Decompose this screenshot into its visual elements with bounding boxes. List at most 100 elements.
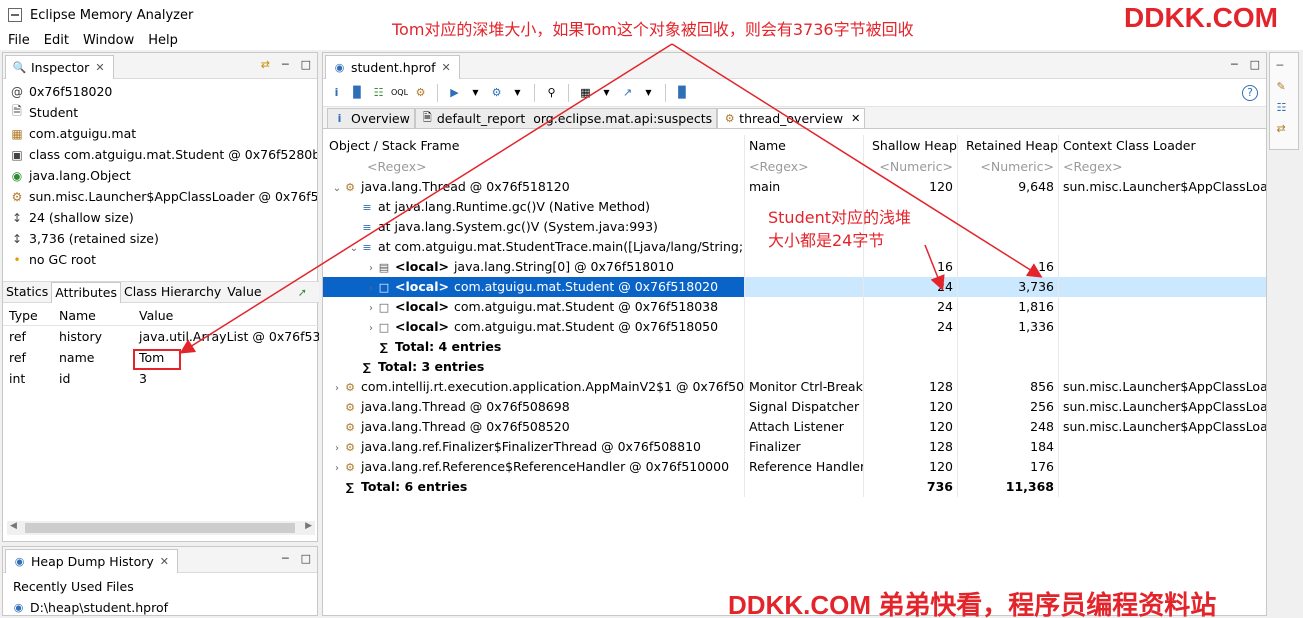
expand-toggle-icon[interactable]: › — [365, 279, 377, 297]
report-icon: 🗎 — [422, 111, 432, 124]
list-item[interactable]: ◉ D:\heap\student.hprof — [3, 597, 317, 617]
cell-retained-heap — [958, 337, 1059, 357]
column-header-name[interactable]: Name — [745, 135, 864, 157]
calculator-icon[interactable]: ▦ — [578, 85, 593, 100]
chevron-down-icon[interactable]: ▼ — [599, 85, 614, 100]
table-row[interactable]: › ⚙ java.lang.ref.Finalizer$FinalizerThrea… — [323, 437, 1266, 457]
expand-toggle-icon[interactable]: › — [365, 319, 377, 337]
maximize-icon[interactable]: □ — [301, 58, 311, 71]
table-row[interactable]: ⚙ java.lang.Thread @ 0x76f508698 Signal Di… — [323, 397, 1266, 417]
column-header-type[interactable]: Type — [3, 308, 53, 323]
object-label: java.lang.ref.Finalizer$FinalizerThread … — [361, 439, 701, 454]
tab-value[interactable]: Value — [224, 282, 264, 303]
thread-overview-icon[interactable]: ⚙ — [413, 85, 428, 100]
chevron-down-icon[interactable]: ▼ — [641, 85, 656, 100]
menu-help[interactable]: Help — [148, 33, 178, 48]
minimize-icon[interactable]: ─ — [1231, 58, 1238, 71]
tab-thread-overview[interactable]: ⚙ thread_overview ✕ — [717, 108, 866, 128]
column-header-retained-heap[interactable]: Retained Heap — [958, 135, 1059, 157]
tab-attributes[interactable]: Attributes — [51, 281, 121, 303]
pin-icon[interactable]: ➚ — [298, 286, 307, 299]
history-icon[interactable]: ⇄ — [1277, 122, 1292, 137]
chevron-down-icon[interactable]: ▼ — [510, 85, 525, 100]
tab-default-report[interactable]: 🗎 default_report org.eclipse.mat.api:sus… — [414, 108, 718, 128]
minimize-icon[interactable]: ─ — [282, 58, 289, 71]
dominator-tree-icon[interactable]: ☷ — [371, 85, 386, 100]
scroll-left-icon[interactable]: ◀ — [10, 521, 17, 531]
cell-shallow-heap: 120 — [864, 177, 958, 197]
filter-object[interactable]: <Regex> — [323, 157, 745, 177]
info-icon: i — [337, 112, 342, 125]
column-header-shallow-heap[interactable]: Shallow Heap — [864, 135, 958, 157]
minimize-icon[interactable]: ─ — [282, 552, 289, 565]
maximize-icon[interactable]: □ — [301, 552, 311, 565]
inspector-tabbar: 🔍 Inspector ✕ ⇄ ─ □ — [3, 53, 317, 79]
expand-toggle-icon[interactable]: ⌄ — [331, 179, 343, 197]
menu-edit[interactable]: Edit — [44, 33, 69, 48]
cell-context-class-loader: sun.misc.Launcher$AppClassLoade — [1059, 417, 1266, 437]
run-report-icon[interactable]: ▶ — [447, 85, 462, 100]
close-icon[interactable]: ✕ — [95, 61, 104, 74]
expand-toggle-icon[interactable]: › — [331, 379, 343, 397]
oql-icon[interactable]: OQL — [391, 85, 408, 100]
tab-inspector[interactable]: 🔍 Inspector ✕ — [5, 54, 114, 79]
tab-heap-dump-history[interactable]: ◉ Heap Dump History ✕ — [5, 548, 178, 573]
expand-toggle-icon[interactable]: › — [365, 259, 377, 277]
menu-file[interactable]: File — [8, 33, 30, 48]
attr-value: 3 — [139, 371, 147, 386]
close-icon[interactable]: ✕ — [160, 555, 169, 568]
info-icon[interactable]: i — [329, 85, 344, 100]
table-row[interactable]: ∑ Total: 4 entries — [323, 337, 1266, 357]
table-row[interactable]: ∑ Total: 3 entries — [323, 357, 1266, 377]
column-header-context-class-loader[interactable]: Context Class Loader — [1059, 135, 1266, 157]
cell-context-class-loader — [1059, 217, 1266, 237]
table-row[interactable]: int id 3 — [3, 368, 319, 389]
histogram-icon[interactable]: ▉ — [350, 85, 365, 100]
close-icon[interactable]: ✕ — [851, 112, 860, 125]
table-row[interactable]: › □ <local> com.atguigu.mat.Student @ 0x76f… — [323, 297, 1266, 317]
table-row[interactable]: › □ <local> com.atguigu.mat.Student @ 0x76f… — [323, 317, 1266, 337]
scroll-right-icon[interactable]: ▶ — [305, 521, 312, 531]
table-row[interactable]: ∑ Total: 6 entries 736 11,368 — [323, 477, 1266, 497]
chevron-down-icon[interactable]: ▼ — [468, 85, 483, 100]
edit-icon[interactable]: ✎ — [1277, 80, 1292, 95]
table-row[interactable]: ref history java.util.ArrayList @ 0x76f5… — [3, 326, 319, 347]
scrollbar-thumb[interactable] — [25, 523, 295, 533]
table-row[interactable]: › □ <local> com.atguigu.mat.Student @ 0x76f… — [323, 277, 1266, 297]
table-row[interactable]: ⚙ java.lang.Thread @ 0x76f508520 Attach Li… — [323, 417, 1266, 437]
filter-context-class-loader[interactable]: <Regex> — [1059, 157, 1266, 177]
horizontal-scrollbar[interactable]: ◀ ▶ — [7, 521, 315, 535]
table-row[interactable]: › ⚙ com.intellij.rt.execution.application.… — [323, 377, 1266, 397]
expand-toggle-icon[interactable]: › — [331, 459, 343, 477]
query-browser-icon[interactable]: ⚙ — [489, 85, 504, 100]
column-header-name[interactable]: Name — [53, 308, 133, 323]
attr-type: int — [9, 371, 26, 386]
help-icon[interactable]: ? — [1242, 85, 1258, 101]
menu-window[interactable]: Window — [83, 33, 134, 48]
sync-icon[interactable]: ⇄ — [261, 58, 270, 71]
expand-toggle-icon[interactable]: › — [365, 299, 377, 317]
table-row[interactable]: ⌄ ⚙ java.lang.Thread @ 0x76f518120 main 120 9… — [323, 177, 1266, 197]
chart-icon[interactable]: ▉ — [675, 85, 690, 100]
export-icon[interactable]: ↗ — [620, 85, 635, 100]
filter-shallow-heap[interactable]: <Numeric> — [864, 157, 958, 177]
tab-class-hierarchy[interactable]: Class Hierarchy — [121, 282, 224, 303]
expand-toggle-icon[interactable]: › — [331, 439, 343, 457]
inspector-shallow-size: 24 (shallow size) — [29, 210, 134, 225]
table-row[interactable]: › ⚙ java.lang.ref.Reference$ReferenceHandl… — [323, 457, 1266, 477]
column-header-value[interactable]: Value — [133, 308, 319, 323]
navigation-icon[interactable]: ☷ — [1277, 101, 1292, 116]
table-row[interactable]: › ▤ <local> java.lang.String[0] @ 0x76f5180… — [323, 257, 1266, 277]
expand-toggle-icon[interactable]: ⌄ — [348, 239, 360, 257]
filter-retained-heap[interactable]: <Numeric> — [958, 157, 1059, 177]
tab-overview[interactable]: i Overview — [327, 108, 415, 128]
object-label: at java.lang.Runtime.gc()V (Native Metho… — [378, 199, 651, 214]
filter-name[interactable]: <Regex> — [745, 157, 864, 177]
column-header-object[interactable]: Object / Stack Frame — [323, 135, 745, 157]
search-icon[interactable]: ⚲ — [544, 85, 559, 100]
tab-statics[interactable]: Statics — [3, 282, 51, 303]
minimize-icon[interactable]: ─ — [1277, 59, 1292, 74]
close-icon[interactable]: ✕ — [442, 61, 451, 74]
maximize-icon[interactable]: □ — [1250, 58, 1260, 71]
tab-student-hprof[interactable]: ◉ student.hprof ✕ — [325, 54, 460, 79]
